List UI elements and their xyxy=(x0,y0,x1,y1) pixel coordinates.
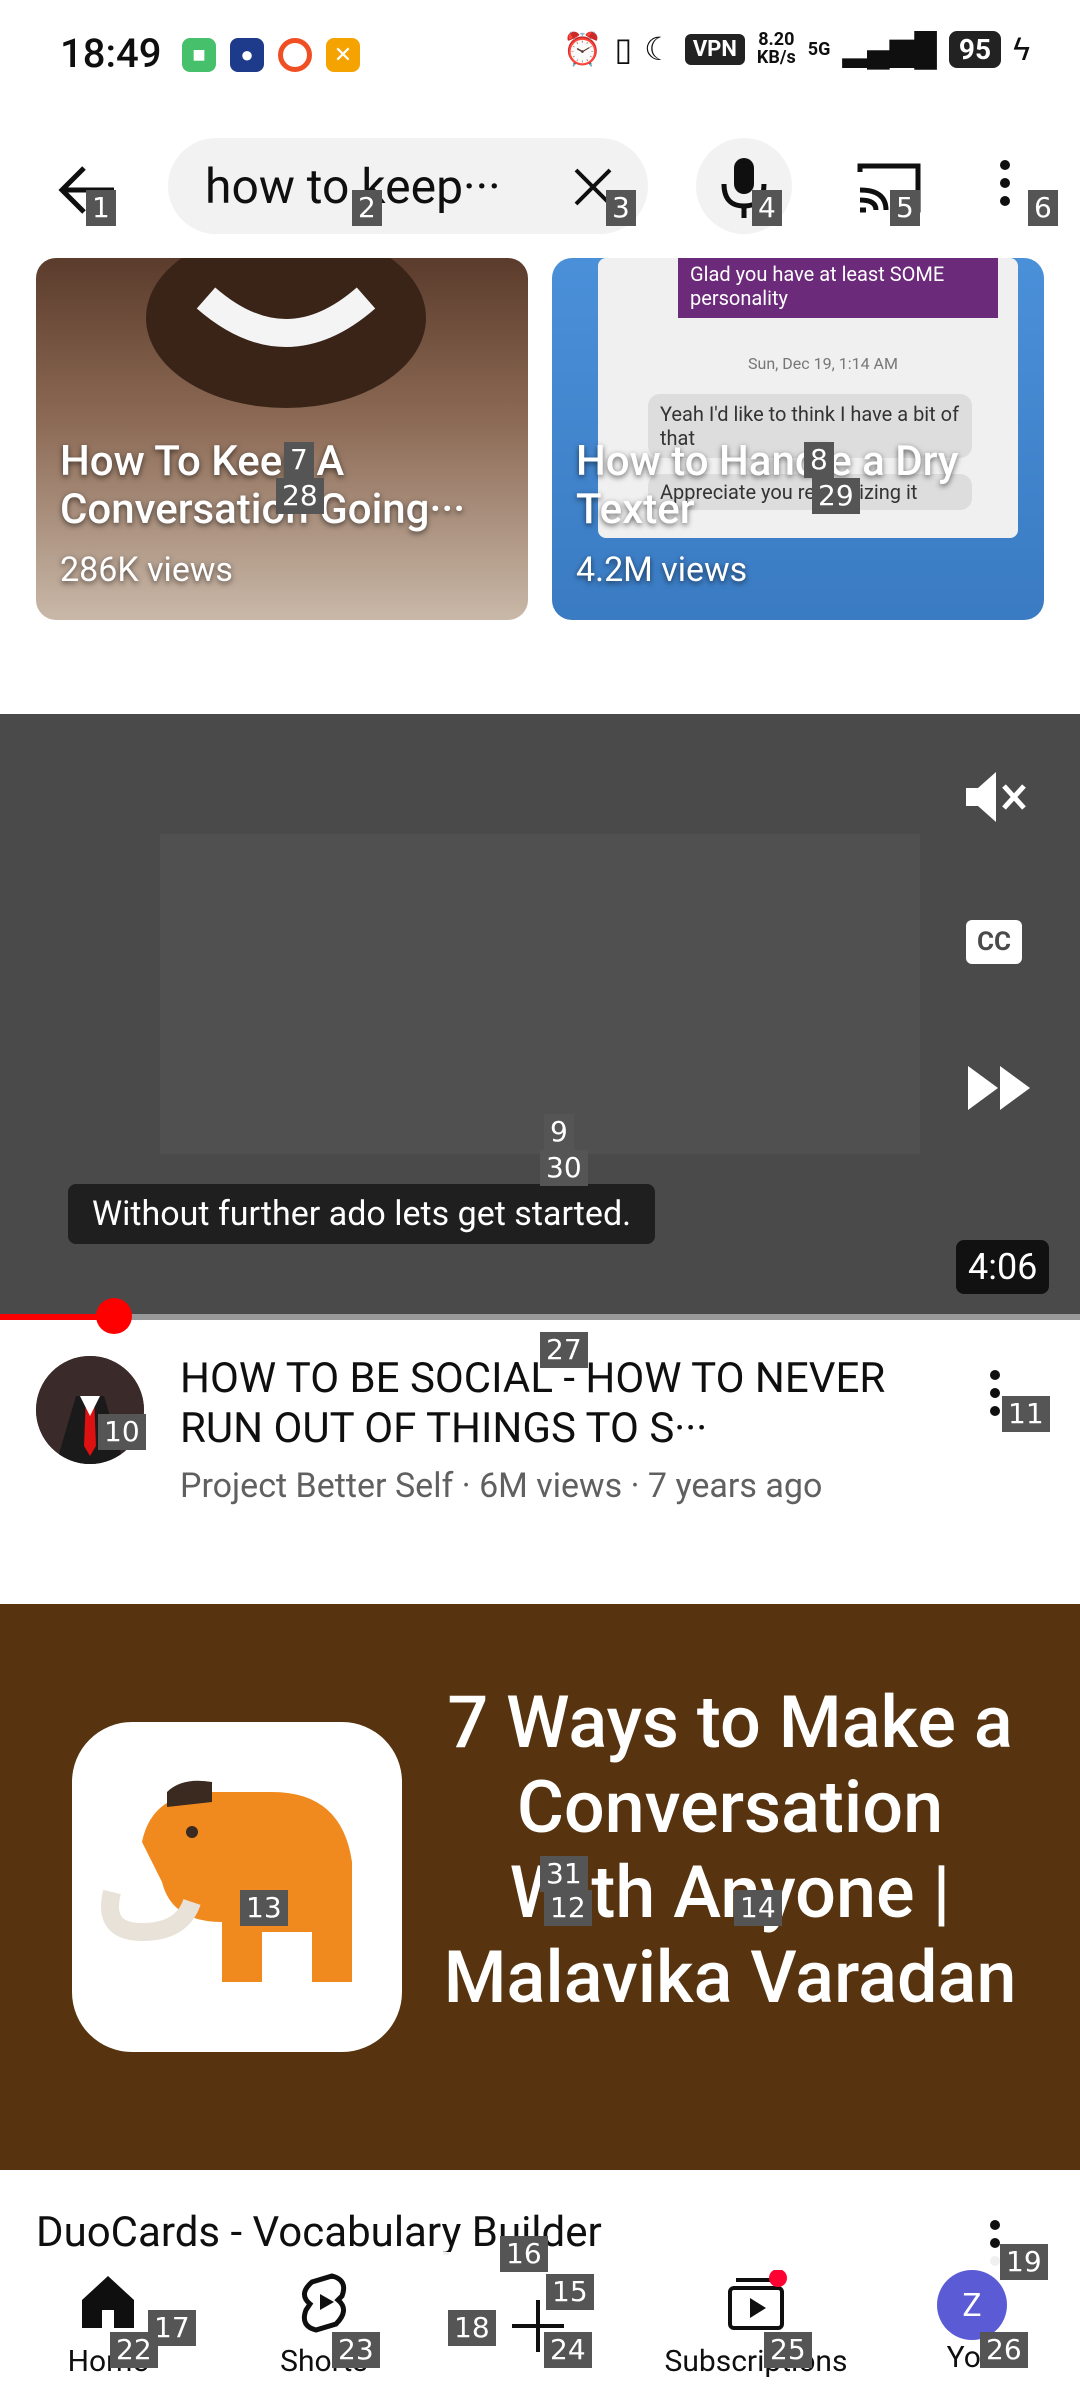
cat-app-icon: ● xyxy=(230,38,264,72)
thumbnail-face-image xyxy=(146,258,426,408)
progress-scrubber[interactable] xyxy=(96,1298,132,1334)
nav-you[interactable]: Z You xyxy=(872,2270,1072,2375)
marker-26: 26 xyxy=(980,2332,1028,2368)
battery-level: 95 xyxy=(948,30,1002,68)
subscriptions-icon xyxy=(728,2269,787,2330)
marker-23: 23 xyxy=(332,2332,380,2368)
marker-3: 3 xyxy=(606,190,636,226)
moon-icon: ☾ xyxy=(644,30,673,68)
marker-1: 1 xyxy=(86,190,116,226)
video-menu-button[interactable] xyxy=(990,1370,1000,1416)
app-notification-icon: ■ xyxy=(182,38,216,72)
marker-22: 22 xyxy=(110,2332,158,2368)
marker-18: 18 xyxy=(448,2310,496,2346)
status-right-icons: ⏰ ▯ ☾ VPN 8.20 KB/s 5G ▂▄▆█ 95 ϟ xyxy=(563,30,1030,68)
ring-app-icon xyxy=(278,38,312,72)
shelf-video-views: 4.2M views xyxy=(576,550,748,590)
marker-14: 14 xyxy=(734,1890,782,1926)
marker-19: 19 xyxy=(1000,2244,1048,2280)
shelf-video-2[interactable]: Glad you have at least SOME personality … xyxy=(552,258,1044,620)
mammoth-icon xyxy=(101,1780,352,1982)
marker-11: 11 xyxy=(1002,1396,1050,1432)
marker-29: 29 xyxy=(812,478,860,514)
you-avatar: Z xyxy=(937,2270,1007,2340)
marker-15: 15 xyxy=(546,2274,594,2310)
marker-28: 28 xyxy=(276,478,324,514)
status-time: 18:49 xyxy=(60,30,162,77)
marker-5: 5 xyxy=(890,190,920,226)
marker-30: 30 xyxy=(540,1150,588,1186)
video-title[interactable]: HOW TO BE SOCIAL - HOW TO NEVER RUN OUT … xyxy=(180,1354,940,1454)
nav-you-label: You xyxy=(946,2340,998,2375)
nav-subscriptions[interactable]: Subscriptions xyxy=(656,2269,856,2379)
charging-icon: ϟ xyxy=(1013,30,1030,68)
video-metadata: Project Better Self · 6M views · 7 years… xyxy=(180,1466,823,1506)
shelf-video-views: 286K views xyxy=(60,550,233,590)
vpn-badge: VPN xyxy=(684,33,745,65)
nav-home-label: Home xyxy=(67,2344,149,2379)
vibrate-icon: ▯ xyxy=(614,30,633,68)
marker-4: 4 xyxy=(752,190,782,226)
video-frame xyxy=(160,834,920,1154)
marker-6: 6 xyxy=(1028,190,1058,226)
home-icon xyxy=(82,2276,134,2328)
video-caption: Without further ado lets get started. xyxy=(68,1184,656,1244)
shelf-video-title: How to Handle a Dry Texter xyxy=(576,437,959,534)
alarm-icon: ⏰ xyxy=(562,30,603,68)
net-speed: 8.20 KB/s xyxy=(756,29,796,68)
status-app-icons: ■ ● ✕ xyxy=(182,38,360,72)
more-options-button[interactable] xyxy=(1000,160,1010,206)
video-duration: 4:06 xyxy=(956,1240,1050,1294)
chat-date: Sun, Dec 19, 1:14 AM xyxy=(748,354,898,373)
marker-13: 13 xyxy=(240,1890,288,1926)
closed-captions-button[interactable]: CC xyxy=(966,920,1022,964)
nav-shorts[interactable]: Shorts xyxy=(224,2270,424,2379)
marker-31: 31 xyxy=(540,1856,588,1892)
channel-name[interactable]: Project Better Self xyxy=(180,1466,453,1506)
marker-24: 24 xyxy=(544,2332,592,2368)
signal-icon: ▂▄▆█ xyxy=(842,30,937,68)
mute-button[interactable] xyxy=(956,762,1032,832)
marker-9: 9 xyxy=(544,1114,574,1150)
marker-12: 12 xyxy=(544,1890,592,1926)
marker-7: 7 xyxy=(284,442,314,478)
marker-8: 8 xyxy=(804,442,834,478)
view-count: 6M views xyxy=(479,1466,623,1506)
mute-icon xyxy=(966,772,1026,822)
skip-forward-button[interactable] xyxy=(964,1060,1034,1116)
network-type: 5G xyxy=(807,38,831,60)
nav-subscriptions-label: Subscriptions xyxy=(664,2344,848,2379)
ad-app-icon[interactable] xyxy=(72,1722,402,2052)
tools-app-icon: ✕ xyxy=(326,38,360,72)
marker-25: 25 xyxy=(764,2332,812,2368)
fast-forward-icon xyxy=(968,1066,1030,1110)
shorts-icon xyxy=(301,2273,347,2333)
progress-track[interactable] xyxy=(0,1314,1080,1320)
marker-2: 2 xyxy=(352,190,382,226)
marker-27: 27 xyxy=(540,1332,588,1368)
chat-message-header: Glad you have at least SOME personality xyxy=(678,258,998,318)
shelf-video-1[interactable]: How To Keep A Conversation Going··· 286K… xyxy=(36,258,528,620)
status-bar: 18:49 ■ ● ✕ ⏰ ▯ ☾ VPN 8.20 KB/s 5G ▂▄▆█ 9… xyxy=(0,0,1080,110)
ad-headline: 7 Ways to Make a Conversation With Anyon… xyxy=(443,1680,1017,2020)
marker-10: 10 xyxy=(98,1414,146,1450)
marker-16: 16 xyxy=(500,2236,548,2272)
upload-age: 7 years ago xyxy=(647,1466,823,1506)
nav-shorts-label: Shorts xyxy=(280,2344,368,2379)
